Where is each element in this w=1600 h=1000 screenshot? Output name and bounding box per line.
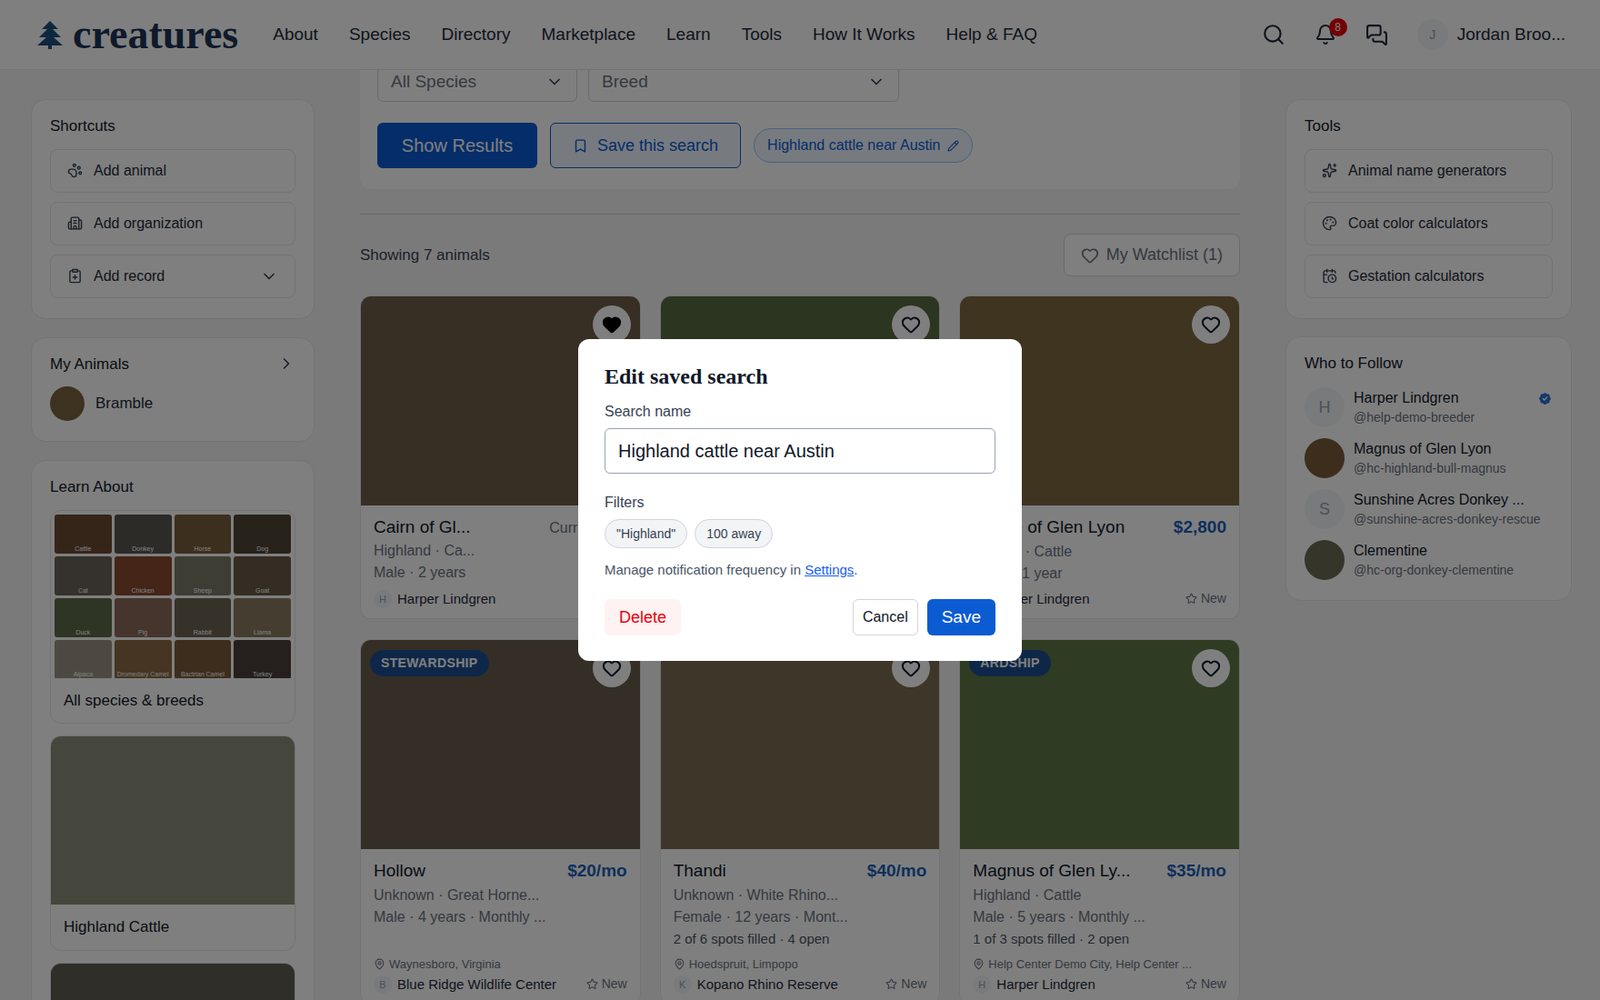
modal-overlay[interactable]: Edit saved searchSearch nameFilters"High… <box>0 0 1600 1000</box>
settings-link[interactable]: Settings <box>804 561 854 578</box>
filter-chip: 100 away <box>694 519 773 549</box>
save-button[interactable]: Save <box>927 599 996 636</box>
app: creaturesAboutSpeciesDirectoryMarketplac… <box>0 0 1600 1000</box>
edit-saved-search-dialog: Edit saved searchSearch nameFilters"High… <box>578 339 1022 661</box>
search-name-input[interactable] <box>604 428 996 474</box>
dialog-title: Edit saved search <box>604 362 996 390</box>
delete-button[interactable]: Delete <box>604 599 681 636</box>
cancel-button[interactable]: Cancel <box>852 599 919 636</box>
filter-chip: "Highland" <box>604 519 688 549</box>
